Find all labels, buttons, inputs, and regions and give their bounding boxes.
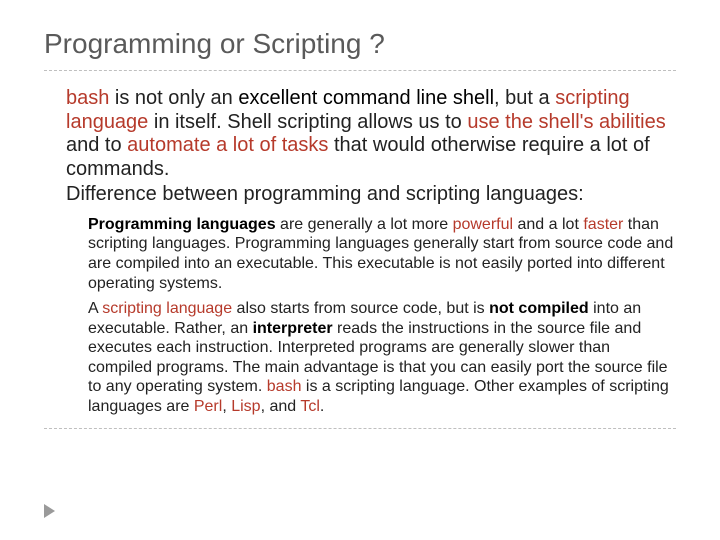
star-icon — [66, 218, 78, 230]
divider-bottom — [44, 428, 676, 429]
list-item: bash is not only an excellent command li… — [44, 87, 676, 181]
outer-list: bash is not only an excellent command li… — [44, 87, 676, 416]
list-item-text: Difference between programming and scrip… — [66, 183, 584, 205]
list-item: A scripting language also starts from so… — [66, 299, 676, 416]
list-item-text: bash is not only an excellent command li… — [66, 87, 666, 180]
star-icon — [44, 187, 58, 201]
list-item: Programming languages are generally a lo… — [66, 215, 676, 293]
inner-list: Programming languages are generally a lo… — [66, 215, 676, 416]
slide-title: Programming or Scripting ? — [44, 28, 676, 60]
divider-top — [44, 70, 676, 71]
list-item-text: A scripting language also starts from so… — [88, 300, 669, 415]
star-icon — [44, 91, 58, 105]
list-item: Difference between programming and scrip… — [44, 183, 676, 416]
play-arrow-icon — [44, 504, 55, 518]
star-icon — [66, 302, 78, 314]
list-item-text: Programming languages are generally a lo… — [88, 216, 673, 292]
